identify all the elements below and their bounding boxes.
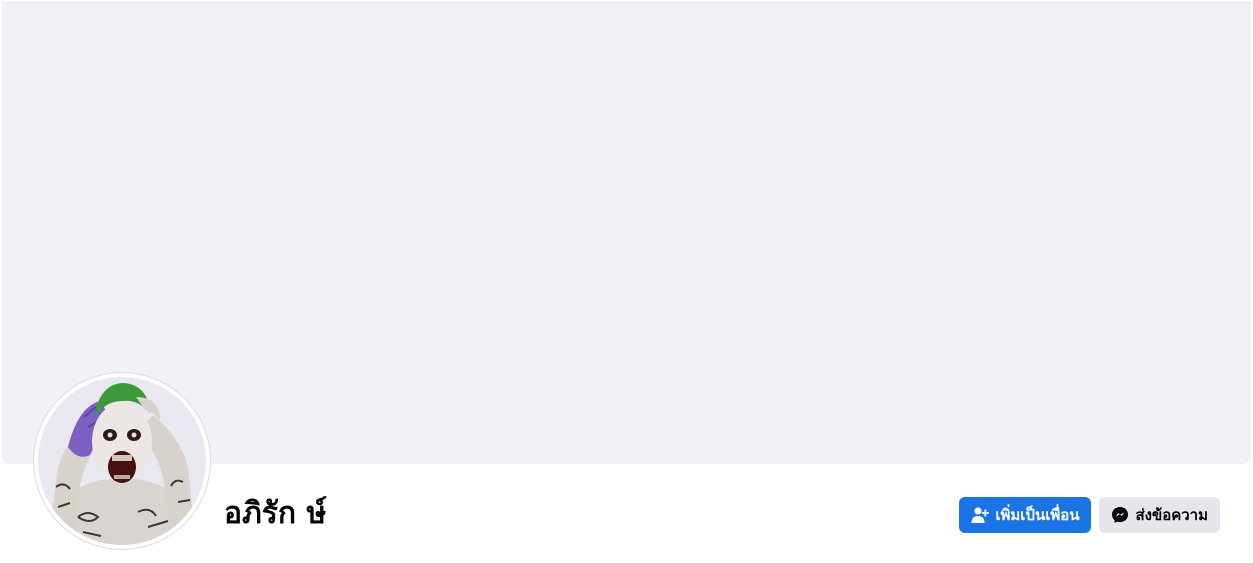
cover-photo[interactable] [2, 2, 1251, 464]
add-friend-button[interactable]: เพิ่มเป็นเพื่อน [959, 497, 1092, 533]
send-message-label: ส่งข้อความ [1135, 506, 1208, 524]
profile-page: อภิรัก ษ์ เพิ่มเป็นเพื่อน ส่งข้อความ [0, 0, 1253, 563]
profile-actions: เพิ่มเป็นเพื่อน ส่งข้อความ [959, 497, 1220, 533]
profile-avatar[interactable] [34, 373, 210, 549]
send-message-button[interactable]: ส่งข้อความ [1099, 497, 1220, 533]
messenger-icon [1111, 506, 1129, 524]
add-friend-label: เพิ่มเป็นเพื่อน [995, 506, 1080, 524]
avatar-image[interactable] [38, 377, 206, 545]
user-plus-icon [971, 506, 990, 524]
profile-name: อภิรัก ษ์ [224, 496, 327, 531]
